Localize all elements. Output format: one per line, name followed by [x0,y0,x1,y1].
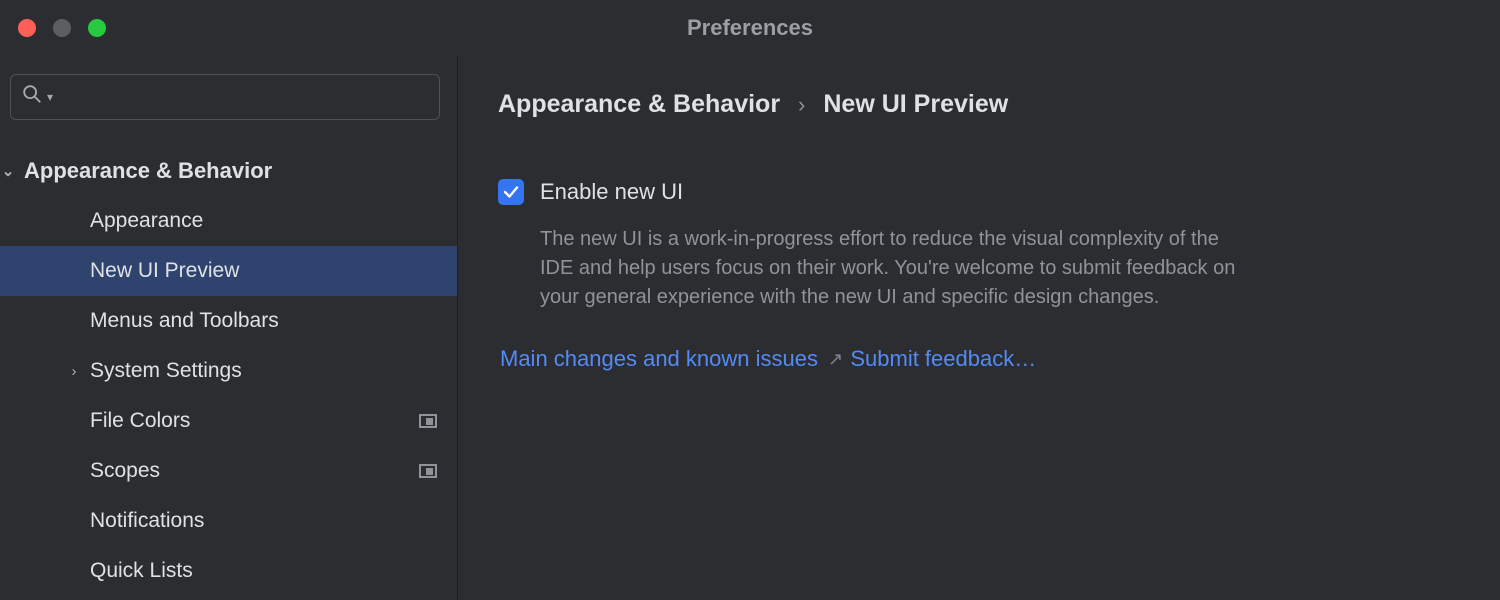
project-level-icon [419,414,437,428]
check-icon [502,183,520,201]
tree-item-label: Appearance [90,209,437,233]
chevron-down-icon[interactable]: ⌄ [0,162,20,180]
close-window-button[interactable] [18,19,36,37]
tree-item[interactable]: ›System Settings [0,346,457,396]
tree-item[interactable]: Scopes [0,446,457,496]
maximize-window-button[interactable] [88,19,106,37]
search-input[interactable]: ▾ [10,74,440,120]
search-icon [21,83,43,111]
tree-item[interactable]: Notifications [0,496,457,546]
tree-item-label: Scopes [90,459,419,483]
content-pane: Appearance & Behavior › New UI Preview E… [458,56,1500,600]
breadcrumb: Appearance & Behavior › New UI Preview [498,90,1460,119]
description-text: The new UI is a work-in-progress effort … [540,225,1240,312]
project-level-icon [419,464,437,478]
chevron-right-icon: › [798,92,805,118]
breadcrumb-current: New UI Preview [823,90,1008,119]
settings-tree: ⌄ Appearance & Behavior Appearance New UI… [0,130,457,596]
tree-item[interactable]: Quick Lists [0,546,457,596]
tree-item-label: System Settings [90,359,437,383]
tree-item-label: Appearance & Behavior [24,158,437,184]
tree-item[interactable]: Menus and Toolbars [0,296,457,346]
chevron-down-icon[interactable]: ▾ [47,90,53,104]
main: ▾ ⌄ Appearance & Behavior Appearance New … [0,56,1500,600]
breadcrumb-parent: Appearance & Behavior [498,90,780,119]
tree-item[interactable]: Appearance [0,196,457,246]
tree-item[interactable]: File Colors [0,396,457,446]
search-wrap: ▾ [0,56,457,130]
tree-item[interactable]: New UI Preview [0,246,457,296]
search-field[interactable] [55,87,429,108]
tree-item-label: File Colors [90,409,419,433]
submit-feedback-link[interactable]: Submit feedback… [850,346,1036,372]
minimize-window-button[interactable] [53,19,71,37]
tree-item-label: Quick Lists [90,559,437,583]
enable-new-ui-row: Enable new UI [498,179,1460,205]
tree-item-appearance-and-behavior[interactable]: ⌄ Appearance & Behavior [0,146,457,196]
link-label: Submit feedback… [850,346,1036,372]
external-link-icon: ↗ [828,349,843,370]
window-title: Preferences [0,15,1500,41]
enable-new-ui-checkbox[interactable] [498,179,524,205]
tree-item-label: Notifications [90,509,437,533]
sidebar: ▾ ⌄ Appearance & Behavior Appearance New … [0,56,458,600]
tree-item-label: New UI Preview [90,259,437,283]
titlebar: Preferences [0,0,1500,56]
enable-new-ui-label[interactable]: Enable new UI [540,179,683,205]
window-controls [0,19,106,37]
tree-item-label: Menus and Toolbars [90,309,437,333]
main-changes-link[interactable]: Main changes and known issues ↗ [500,346,843,372]
chevron-right-icon[interactable]: › [62,363,86,380]
link-label: Main changes and known issues [500,346,818,372]
